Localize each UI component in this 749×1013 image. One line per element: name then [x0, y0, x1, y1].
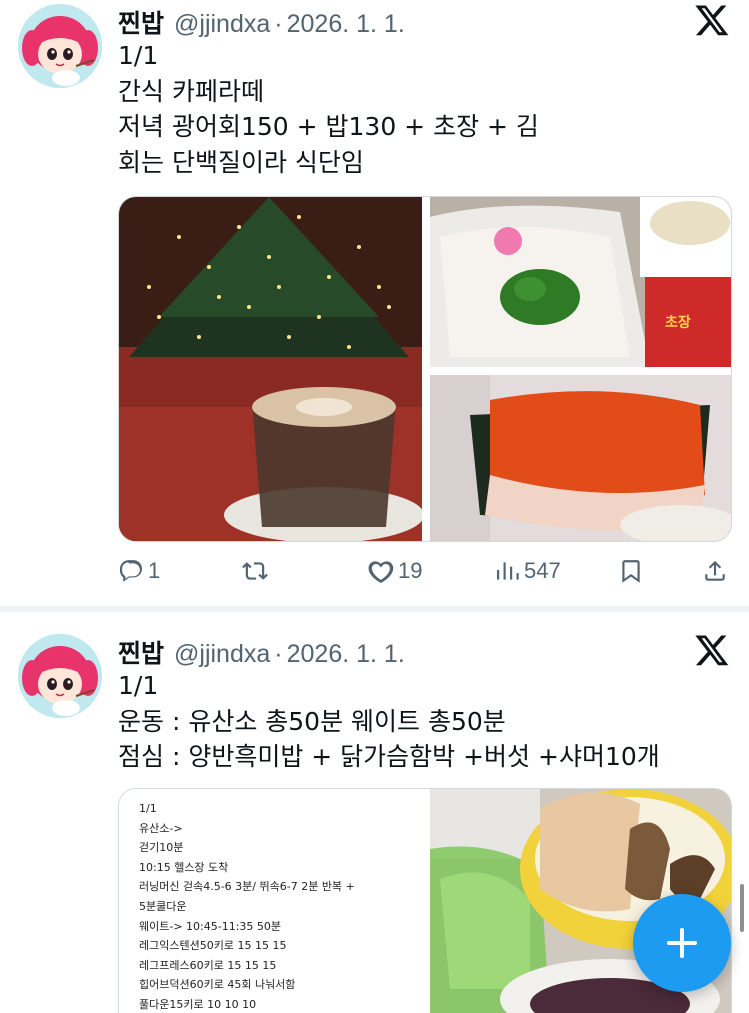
views-icon — [497, 562, 519, 580]
views-count: 547 — [524, 558, 561, 583]
note-line: 1/1 — [139, 802, 157, 815]
note-line: 러닝머신 걷속4.5-6 3분/ 뛰속6-7 2분 반복 + — [139, 880, 355, 894]
reply-button[interactable]: 1 — [118, 558, 160, 584]
media-grid: 1/1 유산소-> 걷기10분 10:15 헬스장 도착 러닝머신 걷속4.5-… — [118, 788, 732, 1013]
note-line: 힙어브덕션60키로 45회 나눠서함 — [139, 978, 296, 992]
views-button[interactable]: 547 — [494, 558, 561, 584]
reply-icon — [119, 560, 143, 582]
share-button[interactable] — [702, 558, 728, 584]
heart-icon — [368, 561, 394, 584]
note-line: 유산소-> — [139, 821, 183, 835]
reply-count: 1 — [148, 558, 161, 583]
photo-workout-note[interactable]: 1/1 유산소-> 걷기10분 10:15 헬스장 도착 러닝머신 걷속4.5-… — [119, 789, 430, 1013]
photo-flounder-sashimi-parsley[interactable]: 초장 — [430, 197, 731, 367]
note-line: 걷기10분 — [139, 841, 184, 855]
bookmark-button[interactable] — [618, 558, 644, 584]
tweet-text: 1/1 운동 : 유산소 총50분 웨이트 총50분 점심 : 양반흑미밥 + … — [118, 668, 738, 775]
tweet-date[interactable]: 2026. 1. 1. — [287, 10, 405, 39]
like-button[interactable]: 19 — [368, 558, 422, 584]
svg-text:초장: 초장 — [665, 314, 691, 331]
tweet-text-line: 1/1 — [118, 671, 159, 700]
tweet-actions: 1 19 547 — [118, 558, 732, 592]
tweet-date[interactable]: 2026. 1. 1. — [287, 640, 405, 669]
tweet-text-line: 운동 : 유산소 총50분 웨이트 총50분 — [118, 706, 506, 736]
avatar[interactable] — [18, 4, 102, 88]
share-icon — [705, 560, 725, 581]
like-count: 19 — [398, 558, 423, 583]
tweet-header: 찐밥 @jjindxa · 2026. 1. 1. — [118, 634, 405, 670]
tweet-text-line: 점심 : 양반흑미밥 + 닭가슴함박 +버섯 +샤머10개 — [118, 742, 660, 771]
bookmark-icon — [622, 560, 640, 583]
tweet-text-line: 저녁 광어회150 + 밥130 + 초장 + 김 — [118, 112, 539, 141]
note-line: 레그익스텐션50키로 15 15 15 — [139, 939, 287, 953]
photo-sashimi-rice-seaweed[interactable] — [430, 375, 731, 541]
user-handle[interactable]: @jjindxa — [174, 10, 270, 39]
separator-dot: · — [274, 10, 283, 38]
note-line: 5분쿨다운 — [139, 899, 187, 913]
x-logo-icon — [695, 635, 729, 666]
display-name[interactable]: 찐밥 — [118, 634, 164, 670]
tweet-text-line: 1/1 — [118, 41, 159, 70]
note-line: 웨이트-> 10:45-11:35 50분 — [139, 919, 282, 933]
note-line: 풀다운15키로 10 10 10 — [139, 997, 257, 1011]
photo-christmas-tree-latte[interactable] — [119, 197, 422, 541]
plus-icon — [667, 928, 697, 958]
avatar[interactable] — [18, 634, 102, 718]
x-logo-icon — [695, 5, 729, 36]
retweet-button[interactable] — [242, 558, 272, 584]
tweet-1[interactable]: 찐밥 @jjindxa · 2026. 1. 1. 1/1 간식 카페라떼 저녁… — [0, 0, 749, 606]
media-grid: 초장 — [118, 196, 732, 542]
display-name[interactable]: 찐밥 — [118, 4, 164, 40]
separator-dot: · — [274, 640, 283, 668]
scrollbar[interactable] — [740, 884, 744, 932]
tweet-header: 찐밥 @jjindxa · 2026. 1. 1. — [118, 4, 405, 40]
tweet-text-line: 간식 카페라떼 — [118, 76, 264, 106]
tweet-text-line: 회는 단백질이라 식단임 — [118, 147, 364, 177]
retweet-icon — [242, 562, 268, 580]
user-handle[interactable]: @jjindxa — [174, 640, 270, 669]
note-line: 레그프레스60키로 15 15 15 — [139, 958, 277, 972]
compose-button[interactable] — [633, 894, 731, 992]
tweet-text: 1/1 간식 카페라떼 저녁 광어회150 + 밥130 + 초장 + 김 회는… — [118, 38, 738, 180]
note-line: 10:15 헬스장 도착 — [139, 860, 229, 874]
